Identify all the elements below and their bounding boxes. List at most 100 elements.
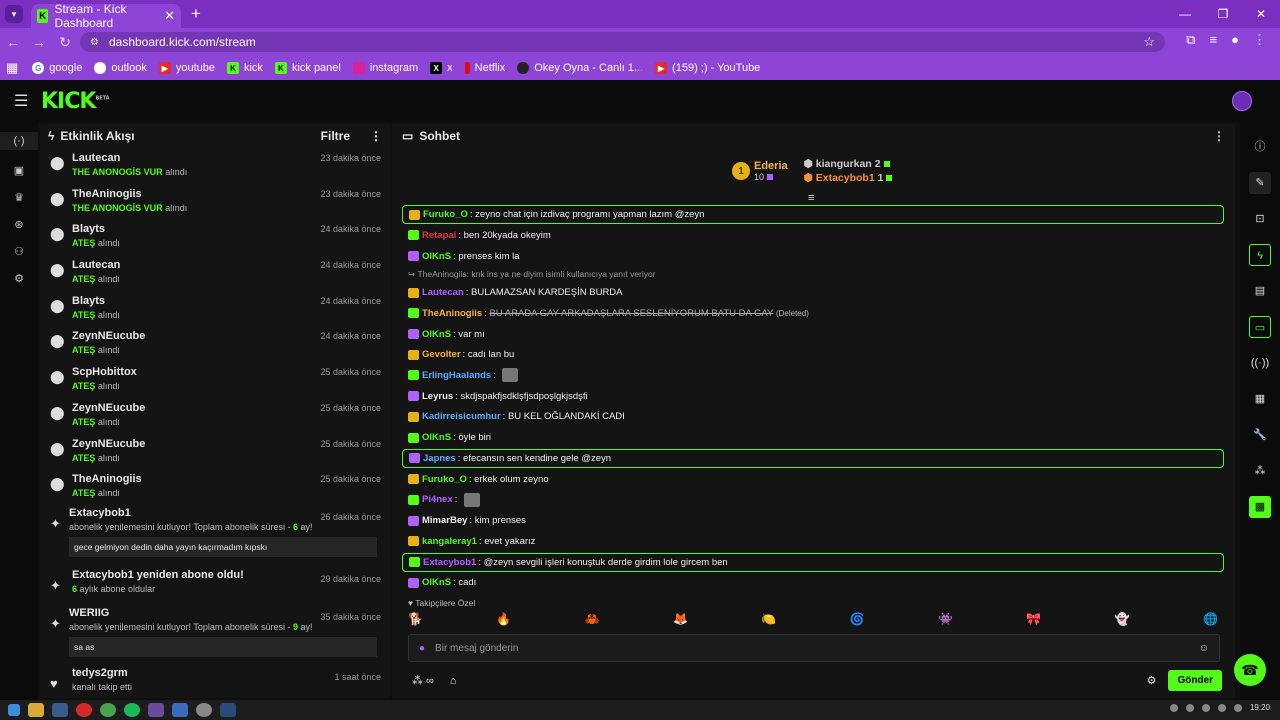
send-button[interactable]: Gönder — [1168, 670, 1222, 691]
clock[interactable]: 19:20 — [1250, 703, 1270, 712]
collapse-icon[interactable]: ≡ — [808, 192, 814, 204]
chat-message[interactable]: OlKnS: prenses kim la — [392, 246, 1235, 267]
opera-icon[interactable] — [76, 703, 92, 717]
steam-2-icon[interactable] — [220, 703, 236, 717]
browser-menu-icon[interactable]: ⋮ — [1253, 32, 1266, 48]
third-gifter-name[interactable]: Extacybob1 — [816, 172, 875, 184]
minimize-icon[interactable]: — — [1166, 7, 1204, 21]
chat-settings-icon[interactable]: ⚙ — [1147, 674, 1157, 687]
extensions-icon[interactable]: ⧉ — [1186, 32, 1195, 48]
start-icon[interactable] — [8, 704, 20, 716]
info-icon[interactable]: ⓘ — [1249, 136, 1271, 158]
forward-icon[interactable]: → — [26, 34, 52, 50]
chat-message[interactable]: Furuko_O: erkek olum zeyno — [392, 469, 1235, 490]
back-icon[interactable]: ← — [0, 34, 26, 50]
top-gifter-name[interactable]: Ederia — [754, 160, 788, 172]
emote-icon[interactable]: 🦊 — [673, 612, 688, 626]
moderation-icon[interactable]: ⊛ — [0, 218, 38, 231]
tray-icon[interactable] — [1201, 703, 1210, 712]
bookmark-youtube[interactable]: ▶ youtube — [158, 62, 215, 74]
user-avatar[interactable] — [1232, 91, 1252, 111]
stack-icon[interactable]: ▦ — [1249, 388, 1271, 410]
emote-icon[interactable]: 🍋 — [761, 612, 776, 626]
clapperboard-icon[interactable]: ▩ — [1249, 496, 1271, 518]
emote-icon[interactable]: 🔥 — [496, 612, 511, 626]
support-chat-icon[interactable]: ☎ — [1234, 654, 1266, 686]
chat-message[interactable]: OlKnS: cadı — [392, 573, 1235, 594]
emote-icon[interactable]: 👾 — [938, 612, 953, 626]
chat-username[interactable]: Pi4nex — [422, 494, 453, 505]
more-options-icon[interactable]: ⋮ — [370, 129, 382, 143]
media-icon[interactable]: ≡ — [1210, 32, 1218, 48]
chat-panel-icon[interactable]: ▭ — [1249, 316, 1271, 338]
url-field[interactable]: ⚙ dashboard.kick.com/stream ☆ — [80, 32, 1165, 52]
chat-message[interactable]: Furuko_O: zeyno chat için izdivaç progra… — [402, 205, 1224, 224]
chat-username[interactable]: Gevolter — [422, 349, 461, 360]
emoji-picker-icon[interactable]: ☺ — [1199, 643, 1209, 654]
wrench-icon[interactable]: 🔧 — [1249, 424, 1271, 446]
chat-username[interactable]: Lautecan — [422, 287, 464, 298]
new-tab-icon[interactable]: + — [191, 4, 201, 24]
trophy-icon[interactable]: ♛ — [0, 191, 38, 204]
second-gifter-name[interactable]: kiangurkan — [816, 158, 872, 170]
emote-icon[interactable]: 🐕 — [408, 612, 423, 626]
steam-icon[interactable] — [52, 703, 68, 717]
bookmark-kick[interactable]: Kkick — [226, 62, 263, 74]
dashboard-icon[interactable]: ▣ — [0, 164, 38, 177]
chat-username[interactable]: Leyrus — [422, 391, 453, 402]
chat-username[interactable]: MimarBey — [422, 515, 467, 526]
chat-username[interactable]: kangaleray1 — [422, 536, 477, 547]
bookmark-kick-panel[interactable]: Kkick panel — [274, 62, 341, 74]
discord-icon[interactable] — [172, 703, 188, 717]
bookmark-youtube-2[interactable]: ▶ (159) ;) - YouTube — [655, 62, 760, 74]
apps-icon[interactable]: ▦ — [6, 60, 18, 76]
browser-tab[interactable]: K Stream - Kick Dashboard ✕ — [31, 2, 181, 30]
chat-username[interactable]: Furuko_O — [423, 209, 468, 220]
edit-icon[interactable]: ✎ — [1249, 172, 1271, 194]
chat-message[interactable]: Pi4nex: — [392, 490, 1235, 511]
kick-logo[interactable]: KICKBETA — [41, 89, 110, 114]
emote-icon[interactable]: 🌐 — [1203, 612, 1218, 626]
store-icon[interactable]: ⌂ — [450, 675, 457, 687]
chat-message[interactable]: ErlingHaalands: — [392, 365, 1235, 386]
chat-message[interactable]: OlKnS: var mı — [392, 324, 1235, 345]
chat-options-icon[interactable]: ⋮ — [1213, 129, 1225, 143]
reload-icon[interactable]: ↻ — [52, 34, 78, 51]
chat-message[interactable]: Extacybob1: @zeyn sevgili işleri konuştu… — [402, 552, 1224, 572]
community-icon[interactable]: ⚇ — [0, 245, 38, 258]
chat-message[interactable]: Lautecan: BULAMAZSAN KARDEŞİN BURDA — [392, 282, 1235, 303]
chat-message[interactable]: MimarBey: kim prenses — [392, 510, 1235, 531]
bookmark-star-icon[interactable]: ☆ — [1143, 34, 1155, 50]
chat-username[interactable]: OlKnS — [422, 577, 451, 588]
chat-message[interactable]: kangaleray1: evet yakarız — [392, 531, 1235, 552]
chat-username[interactable]: Kadirreisicumhur — [422, 411, 501, 422]
emote-icon[interactable]: 🦀 — [585, 612, 600, 626]
folder-icon[interactable] — [28, 703, 44, 717]
site-info-icon[interactable]: ⚙ — [90, 37, 99, 48]
chat-message[interactable]: OlKnS: öyle biri — [392, 427, 1235, 448]
lightning-panel-icon[interactable]: ϟ — [1249, 244, 1271, 266]
broadcast-panel-icon[interactable]: ((·)) — [1249, 352, 1271, 374]
filter-button[interactable]: Filtre — [321, 129, 350, 143]
chat-username[interactable]: Japnes — [423, 453, 456, 464]
bookmark-outlook[interactable]: outlook — [94, 62, 147, 74]
obs-icon[interactable] — [196, 703, 212, 717]
tray-icon[interactable] — [1169, 703, 1178, 712]
broadcast-icon[interactable]: (·) — [0, 132, 38, 150]
settings-icon[interactable]: ⚙ — [0, 272, 38, 285]
chat-username[interactable]: ErlingHaalands — [422, 370, 491, 381]
loyalty-points-icon[interactable]: ⁂ ∞ — [412, 674, 434, 687]
bookmark-google[interactable]: Ggoogle — [32, 62, 82, 74]
chat-username[interactable]: Retapai — [422, 230, 456, 241]
emote-icon[interactable]: 👻 — [1115, 612, 1130, 626]
bookmark-netflix[interactable]: Netflix — [464, 62, 505, 74]
restore-icon[interactable]: ❐ — [1204, 7, 1242, 21]
chat-username[interactable]: OlKnS — [422, 432, 451, 443]
chat-message[interactable]: Gevolter: cadı lan bu — [392, 344, 1235, 365]
chat-username[interactable]: OlKnS — [422, 251, 451, 262]
hamburger-menu-icon[interactable]: ☰ — [14, 91, 28, 111]
close-tab-icon[interactable]: ✕ — [164, 8, 175, 24]
users-icon[interactable]: ⁂ — [1249, 460, 1271, 482]
mic-icon[interactable]: ● — [419, 643, 425, 654]
chat-message[interactable]: Kadirreisicumhur: BU KEL OĞLANDAKİ CADI — [392, 407, 1235, 428]
